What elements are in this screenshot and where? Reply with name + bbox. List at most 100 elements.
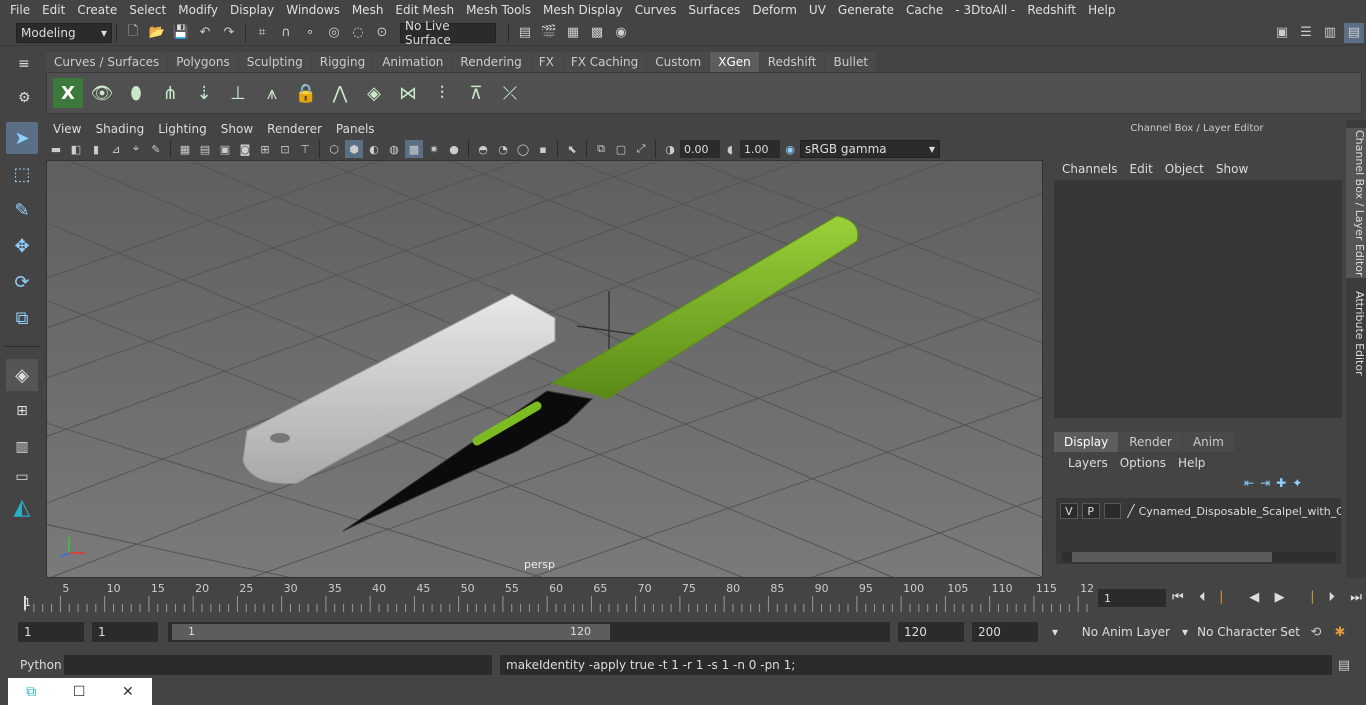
snap-surface-icon[interactable]: ◌ xyxy=(348,23,368,43)
start-frame-field[interactable]: 1 xyxy=(18,622,84,642)
layout-two-icon[interactable]: ▥ xyxy=(6,431,38,463)
layout-icon[interactable]: ☰ xyxy=(1296,23,1316,43)
shelf-tab-sculpting[interactable]: Sculpting xyxy=(238,52,311,72)
end-frame-field[interactable]: 200 xyxy=(972,622,1038,642)
open-scene-icon[interactable]: 📂 xyxy=(147,23,167,43)
redo-icon[interactable]: ↷ xyxy=(219,23,239,43)
smooth-shade-icon[interactable]: ⬢ xyxy=(345,140,363,158)
new-layer-selected-icon[interactable]: ✦ xyxy=(1292,476,1302,490)
tab-render[interactable]: Render xyxy=(1119,432,1182,452)
move-layer-down-icon[interactable]: ⇥ xyxy=(1260,476,1270,490)
tab-attribute-editor[interactable]: Attribute Editor xyxy=(1346,288,1366,378)
rotate-tool-icon[interactable]: ⟳ xyxy=(6,266,38,298)
menu-file[interactable]: File xyxy=(4,3,36,17)
channel-box-area[interactable] xyxy=(1054,180,1342,418)
exposure-field[interactable]: 0.00 xyxy=(680,140,720,158)
menu-uv[interactable]: UV xyxy=(803,3,832,17)
layer-menu-layers[interactable]: Layers xyxy=(1062,456,1114,470)
menu-cache[interactable]: Cache xyxy=(900,3,949,17)
go-to-start-icon[interactable]: ⏮ xyxy=(1172,590,1184,605)
menu-redshift[interactable]: Redshift xyxy=(1021,3,1082,17)
lasso-tool-icon[interactable]: ⬚ xyxy=(6,158,38,190)
xgen-sculpt-guide-icon[interactable]: ⩚ xyxy=(257,78,287,108)
panel-menu-view[interactable]: View xyxy=(46,122,88,136)
script-editor-icon[interactable]: ▤ xyxy=(1334,655,1354,675)
menu-deform[interactable]: Deform xyxy=(746,3,803,17)
layout-outliner-icon[interactable]: ▭ xyxy=(6,467,38,487)
shelf-tab-xgen[interactable]: XGen xyxy=(710,52,759,72)
channel-box-icon[interactable]: ▤ xyxy=(1344,22,1364,43)
menu-select[interactable]: Select xyxy=(123,3,172,17)
camera-select-icon[interactable]: ▬ xyxy=(47,140,65,158)
snap-point-icon[interactable]: ∘ xyxy=(300,23,320,43)
xgen-editor-icon[interactable]: X xyxy=(53,78,83,108)
motion-blur-icon[interactable]: ◔ xyxy=(494,140,512,158)
shelf-tab-fx-caching[interactable]: FX Caching xyxy=(562,52,647,72)
channel-menu-object[interactable]: Object xyxy=(1159,162,1210,176)
render-settings-icon[interactable]: ▤ xyxy=(515,23,535,43)
step-back-key-icon[interactable]: ⎸ xyxy=(1221,590,1234,605)
shelf-tab-polygons[interactable]: Polygons xyxy=(168,52,238,72)
current-frame-field[interactable]: 1 xyxy=(1098,589,1166,607)
undo-icon[interactable]: ↶ xyxy=(195,23,215,43)
new-scene-icon[interactable]: 🗋 xyxy=(123,23,143,43)
xray-icon[interactable]: ⧉ xyxy=(592,140,610,158)
xgen-bend-guide-icon[interactable]: ⋀ xyxy=(325,78,355,108)
xgen-collection-icon[interactable]: ⬮ xyxy=(121,78,151,108)
bookmark-icon[interactable]: ▮ xyxy=(87,140,105,158)
grid-icon[interactable]: ▦ xyxy=(176,140,194,158)
image-plane-icon[interactable]: ⊿ xyxy=(107,140,125,158)
move-layer-up-icon[interactable]: ⇤ xyxy=(1244,476,1254,490)
xray-joints-icon[interactable]: ▢ xyxy=(612,140,630,158)
close-icon[interactable]: ✕ xyxy=(122,684,134,700)
move-tool-icon[interactable]: ✥ xyxy=(6,230,38,262)
step-forward-icon[interactable]: ⏵ xyxy=(1328,590,1335,605)
gear-icon[interactable]: ⚙ xyxy=(18,90,31,106)
tab-channel-box[interactable]: Channel Box / Layer Editor xyxy=(1346,128,1366,278)
shelf-menu-icon[interactable]: ≡ xyxy=(18,56,30,72)
xray-active-icon[interactable]: ⤢ xyxy=(632,140,650,158)
xgen-cut-guide-icon[interactable]: ⋈ xyxy=(393,78,423,108)
ambient-occlusion-icon[interactable]: ◓ xyxy=(474,140,492,158)
layout-single-icon[interactable]: ◈ xyxy=(6,359,38,391)
anim-layer-dropdown[interactable]: ▾ No Anim Layer xyxy=(1048,622,1174,642)
menu-display[interactable]: Display xyxy=(224,3,280,17)
layer-type-toggle[interactable] xyxy=(1103,503,1122,519)
range-start-field[interactable]: 1 xyxy=(92,622,158,642)
isolate-select-icon[interactable]: ⬉ xyxy=(563,140,581,158)
wireframe-on-shaded-icon[interactable]: ◍ xyxy=(385,140,403,158)
script-language-label[interactable]: Python xyxy=(20,658,64,672)
live-surface-field[interactable]: No Live Surface xyxy=(400,19,496,47)
shadows-icon[interactable]: ● xyxy=(445,140,463,158)
maximize-icon[interactable]: ☐ xyxy=(73,684,86,700)
select-tool-icon[interactable]: ➤ xyxy=(6,122,38,154)
xgen-lock-guide-icon[interactable]: 🔒 xyxy=(291,78,321,108)
shelf-tab-curves-surfaces[interactable]: Curves / Surfaces xyxy=(46,52,168,72)
snap-view-icon[interactable]: ◎ xyxy=(324,23,344,43)
anti-alias-icon[interactable]: ◯ xyxy=(514,140,532,158)
xgen-add-guide-icon[interactable]: ⊥ xyxy=(223,78,253,108)
layer-visibility-toggle[interactable]: V xyxy=(1060,503,1078,519)
xgen-groom-icon[interactable]: ◈ xyxy=(359,78,389,108)
new-layer-icon[interactable]: ✚ xyxy=(1276,476,1286,490)
shade-default-icon[interactable]: ◐ xyxy=(365,140,383,158)
field-chart-icon[interactable]: ⊞ xyxy=(256,140,274,158)
safe-action-icon[interactable]: ⊡ xyxy=(276,140,294,158)
layer-row[interactable]: V P ╱ Cynamed_Disposable_Scalpel_with_C xyxy=(1056,502,1341,520)
menu-help[interactable]: Help xyxy=(1082,3,1121,17)
menu-surfaces[interactable]: Surfaces xyxy=(682,3,746,17)
gamma-icon[interactable]: ◖ xyxy=(721,140,739,158)
xgen-comb-icon[interactable]: ⫶ xyxy=(427,78,457,108)
shelf-tab-redshift[interactable]: Redshift xyxy=(759,52,825,72)
menu-edit[interactable]: Edit xyxy=(36,3,71,17)
exposure-icon[interactable]: ◑ xyxy=(661,140,679,158)
shelf-tab-custom[interactable]: Custom xyxy=(647,52,710,72)
time-slider[interactable]: 5 10 15 20 25 30 35 40 45 50 55 60 65 70 75 80 85 90 95 100… xyxy=(18,582,1094,612)
save-scene-icon[interactable]: 💾 xyxy=(171,23,191,43)
range-slider-handle[interactable] xyxy=(172,624,610,640)
resolution-gate-icon[interactable]: ▣ xyxy=(216,140,234,158)
grease-pencil-icon[interactable]: ✎ xyxy=(147,140,165,158)
step-forward-key-icon[interactable]: ⎹ xyxy=(1300,590,1313,605)
depth-of-field-icon[interactable]: ▪ xyxy=(534,140,552,158)
play-backward-icon[interactable]: ◀ xyxy=(1249,590,1259,605)
